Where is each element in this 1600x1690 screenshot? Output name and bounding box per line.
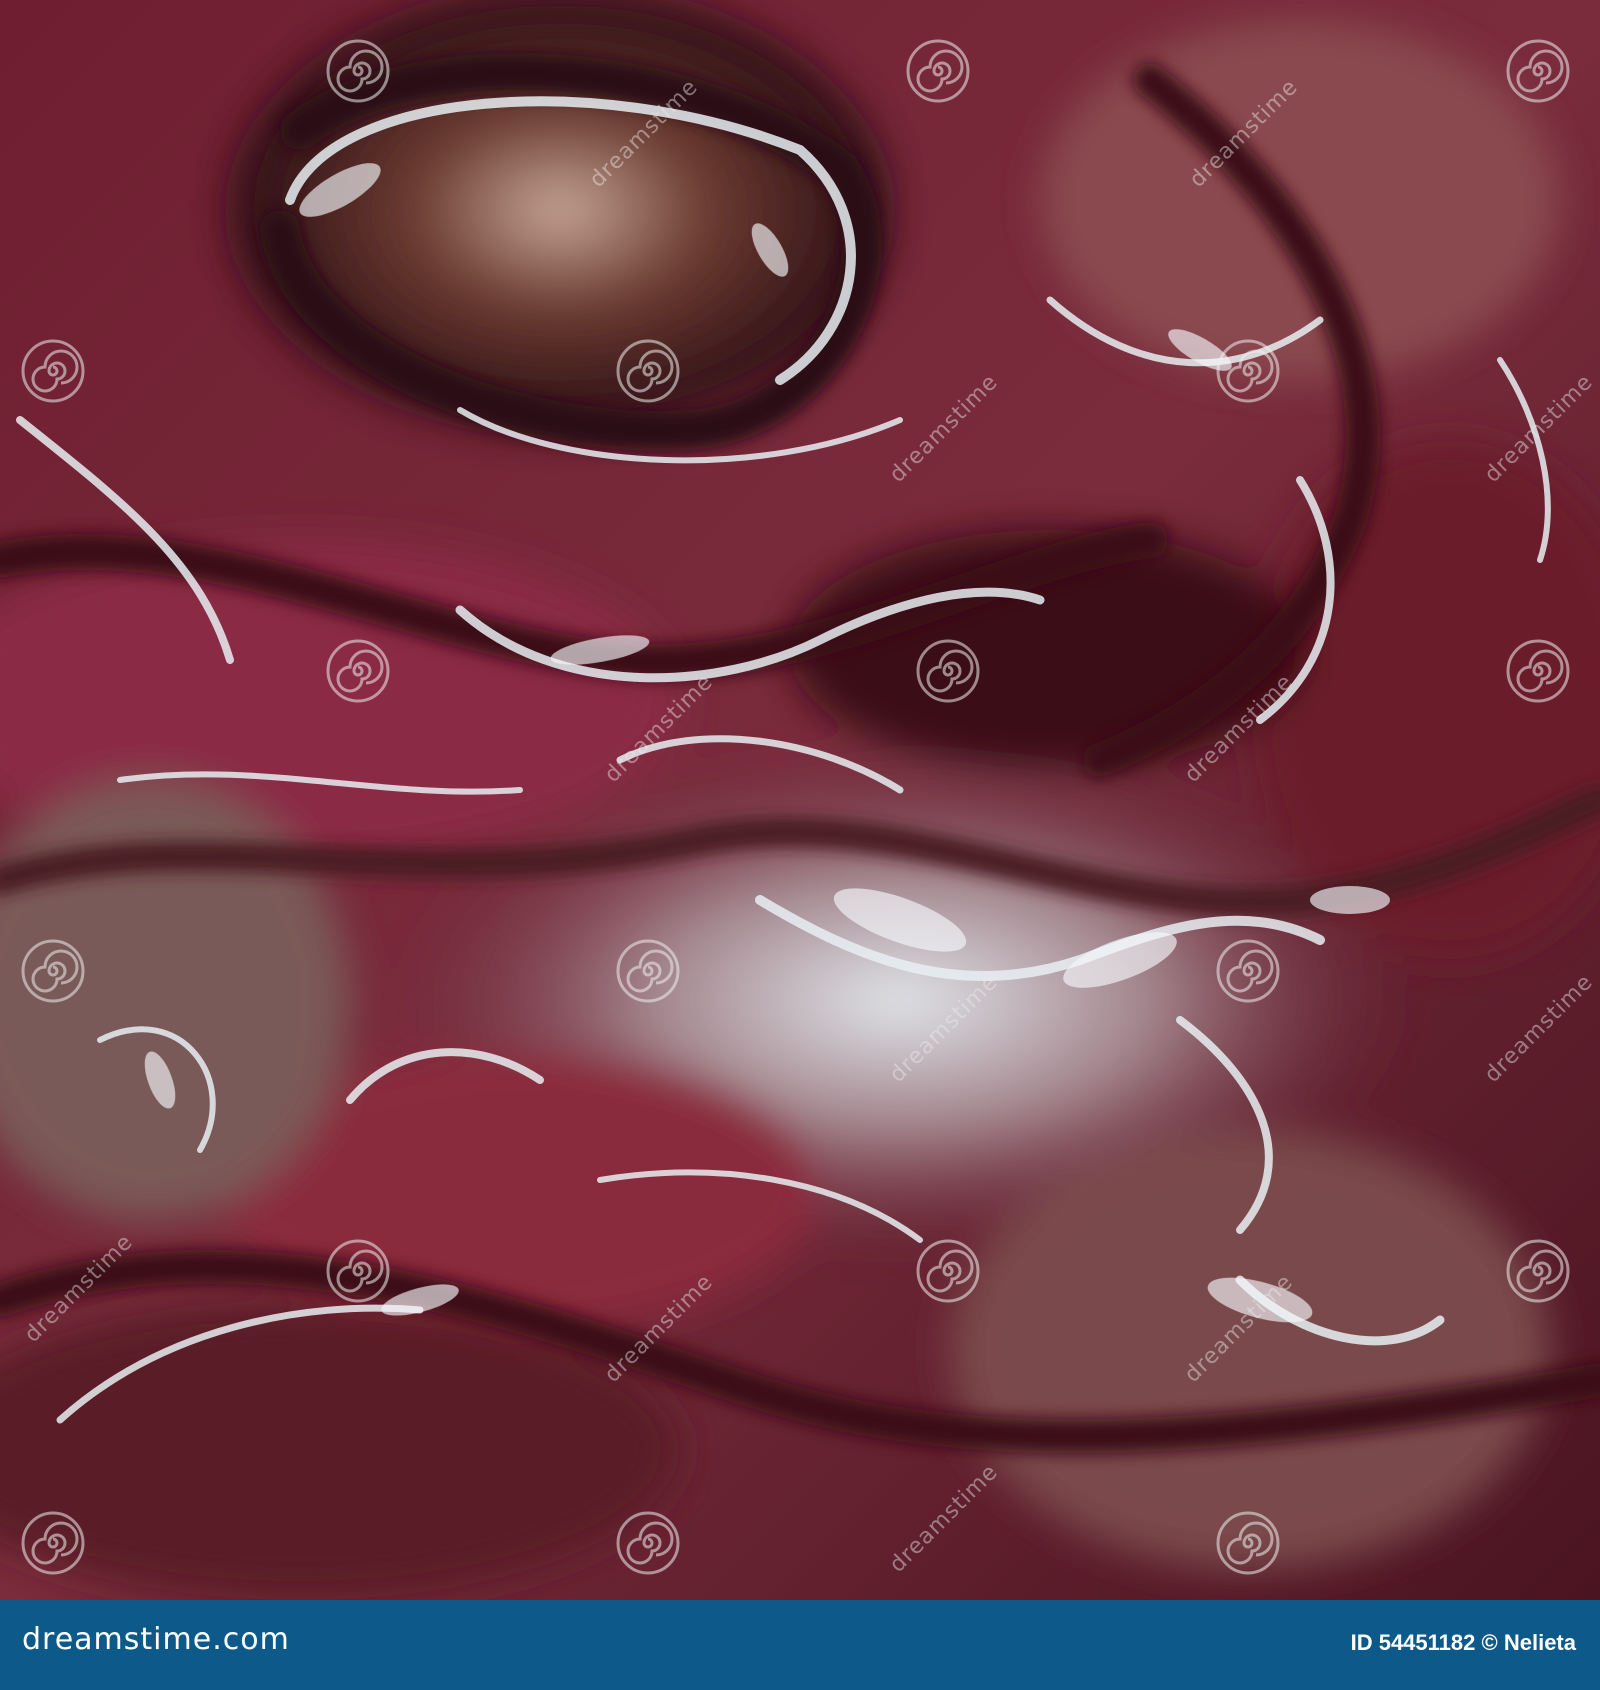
footer-bar: dreamstime.com ID 54451182 © Nelieta [0,1600,1600,1690]
image-author: Nelieta [1503,1630,1576,1655]
stock-photo: dreamstime dreamstime dreamstime dreamst… [0,0,1600,1600]
footer-image-credit: ID 54451182 © Nelieta [1351,1630,1576,1656]
footer-site-name[interactable]: dreamstime.com [22,1622,290,1657]
copyright-icon: © [1481,1630,1498,1655]
image-id-label: ID [1350,1630,1373,1655]
organic-texture-image [0,0,1600,1600]
image-id-value: 54451182 [1378,1630,1476,1655]
